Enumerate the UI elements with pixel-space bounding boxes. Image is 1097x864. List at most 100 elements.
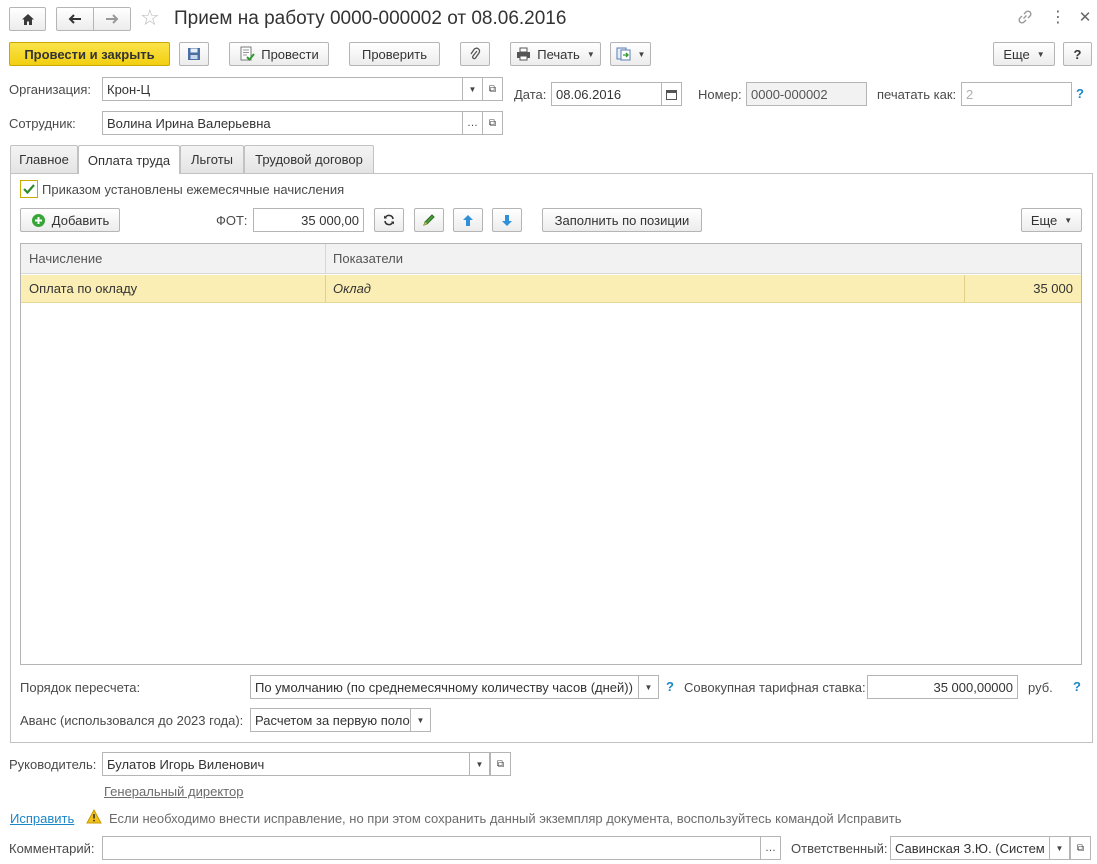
forward-button[interactable] xyxy=(93,7,131,31)
tab-employment-contract[interactable]: Трудовой договор xyxy=(244,145,374,173)
checkmark-icon xyxy=(23,184,35,195)
print-as-field[interactable]: 2 xyxy=(961,82,1072,106)
add-accrual-button[interactable]: Добавить xyxy=(20,208,120,232)
chevron-down-icon: ▼ xyxy=(475,759,484,769)
organization-open[interactable]: ⧉ xyxy=(482,77,503,101)
column-header-indicators[interactable]: Показатели xyxy=(333,244,633,273)
manager-label: Руководитель: xyxy=(9,757,97,772)
accrual-cell: Оплата по окладу xyxy=(29,281,138,296)
tab-main[interactable]: Главное xyxy=(10,145,78,173)
more-label: Еще xyxy=(1030,212,1058,228)
responsible-label: Ответственный: xyxy=(791,841,888,856)
number-field[interactable]: 0000-000002 xyxy=(746,82,867,106)
home-button[interactable] xyxy=(9,7,46,31)
post-label: Провести xyxy=(261,46,319,62)
recalc-dropdown[interactable]: ▼ xyxy=(638,675,659,699)
favorite-star-icon[interactable]: ☆ xyxy=(140,6,160,30)
print-as-help-icon[interactable]: ? xyxy=(1076,86,1084,101)
add-label: Добавить xyxy=(51,212,110,228)
fill-by-position-label: Заполнить по позиции xyxy=(554,212,690,228)
arrow-up-icon xyxy=(463,214,473,226)
save-button[interactable] xyxy=(179,42,209,66)
open-form-icon: ⧉ xyxy=(488,117,497,129)
organization-label: Организация: xyxy=(9,82,92,97)
indicator-cell: Оклад xyxy=(333,281,371,296)
warning-text: Если необходимо внести исправление, но п… xyxy=(109,811,902,826)
monthly-accruals-checkbox[interactable] xyxy=(20,180,38,198)
move-down-button[interactable] xyxy=(492,208,522,232)
column-divider xyxy=(325,244,326,274)
recalc-help-icon[interactable]: ? xyxy=(666,679,674,694)
fix-link[interactable]: Исправить xyxy=(10,811,74,826)
chevron-down-icon: ▼ xyxy=(644,682,653,692)
value-cell: 35 000 xyxy=(1033,281,1073,296)
manager-position: Генеральный директор xyxy=(104,784,244,799)
paperclip-icon xyxy=(470,47,481,60)
recalculate-button[interactable] xyxy=(374,208,404,232)
table-more-button[interactable]: Еще ▼ xyxy=(1021,208,1082,232)
window-title: Прием на работу 0000-000002 от 08.06.201… xyxy=(174,8,567,29)
tab-benefits[interactable]: Льготы xyxy=(180,145,244,173)
responsible-field[interactable]: Савинская З.Ю. (Систем xyxy=(890,836,1050,860)
employee-select-button[interactable]: … xyxy=(462,111,483,135)
advance-label: Аванс (использовался до 2023 года): xyxy=(20,713,244,728)
manager-open[interactable]: ⧉ xyxy=(490,752,511,776)
tab-payment[interactable]: Оплата труда xyxy=(78,145,180,174)
total-rate-field[interactable]: 35 000,00000 xyxy=(867,675,1018,699)
fot-label: ФОТ: xyxy=(216,213,248,228)
fill-by-position-button[interactable]: Заполнить по позиции xyxy=(542,208,702,232)
monthly-accruals-label: Приказом установлены ежемесячные начисле… xyxy=(42,182,345,197)
chevron-down-icon: ▼ xyxy=(468,84,477,94)
help-label: ? xyxy=(1073,46,1082,62)
more-vertical-icon[interactable]: ⋮ xyxy=(1050,8,1066,28)
chevron-down-icon: ▼ xyxy=(416,715,425,725)
print-button[interactable]: Печать ▼ xyxy=(510,42,601,66)
table-row[interactable]: Оплата по окладу Оклад 35 000 xyxy=(21,275,1081,303)
close-icon[interactable]: ✕ xyxy=(1078,8,1092,28)
add-icon xyxy=(31,213,45,227)
tab-label: Льготы xyxy=(190,152,233,167)
more-actions-button[interactable]: Еще ▼ xyxy=(993,42,1055,66)
attach-button[interactable] xyxy=(460,42,490,66)
employee-field[interactable]: Волина Ирина Валерьевна xyxy=(102,111,463,135)
ellipsis-icon: … xyxy=(765,842,776,854)
link-icon[interactable] xyxy=(1016,8,1036,28)
edit-button[interactable] xyxy=(414,208,444,232)
chevron-down-icon: ▼ xyxy=(586,49,595,59)
total-rate-help-icon[interactable]: ? xyxy=(1073,679,1081,694)
organization-dropdown[interactable]: ▼ xyxy=(462,77,483,101)
column-header-accrual[interactable]: Начисление xyxy=(29,244,325,273)
help-button[interactable]: ? xyxy=(1063,42,1092,66)
fot-field[interactable]: 35 000,00 xyxy=(253,208,364,232)
related-documents-icon xyxy=(616,47,631,61)
calendar-button[interactable] xyxy=(661,82,682,106)
comment-field[interactable] xyxy=(102,836,761,860)
recalc-label: Порядок пересчета: xyxy=(20,680,141,695)
employee-open[interactable]: ⧉ xyxy=(482,111,503,135)
refresh-icon xyxy=(384,214,394,226)
table-header: Начисление Показатели xyxy=(21,244,1081,274)
advance-field[interactable]: Расчетом за первую поло xyxy=(250,708,411,732)
check-label: Проверить xyxy=(361,46,427,62)
chevron-down-icon: ▼ xyxy=(1055,843,1064,853)
print-label: Печать xyxy=(537,46,580,62)
organization-field[interactable]: Крон-Ц xyxy=(102,77,463,101)
responsible-open[interactable]: ⧉ xyxy=(1070,836,1091,860)
advance-dropdown[interactable]: ▼ xyxy=(410,708,431,732)
move-up-button[interactable] xyxy=(453,208,483,232)
related-documents-button[interactable]: ▼ xyxy=(610,42,651,66)
manager-field[interactable]: Булатов Игорь Виленович xyxy=(102,752,470,776)
post-document-icon xyxy=(240,46,256,61)
recalc-field[interactable]: По умолчанию (по среднемесячному количес… xyxy=(250,675,639,699)
responsible-dropdown[interactable]: ▼ xyxy=(1049,836,1070,860)
manager-dropdown[interactable]: ▼ xyxy=(469,752,490,776)
check-button[interactable]: Проверить xyxy=(349,42,440,66)
comment-edit-button[interactable]: … xyxy=(760,836,781,860)
date-field[interactable]: 08.06.2016 xyxy=(551,82,662,106)
back-button[interactable] xyxy=(56,7,94,31)
post-button[interactable]: Провести xyxy=(229,42,329,66)
post-and-close-button[interactable]: Провести и закрыть xyxy=(9,42,170,66)
open-form-icon: ⧉ xyxy=(488,83,497,95)
chevron-down-icon: ▼ xyxy=(1036,49,1045,59)
open-form-icon: ⧉ xyxy=(1076,842,1085,854)
